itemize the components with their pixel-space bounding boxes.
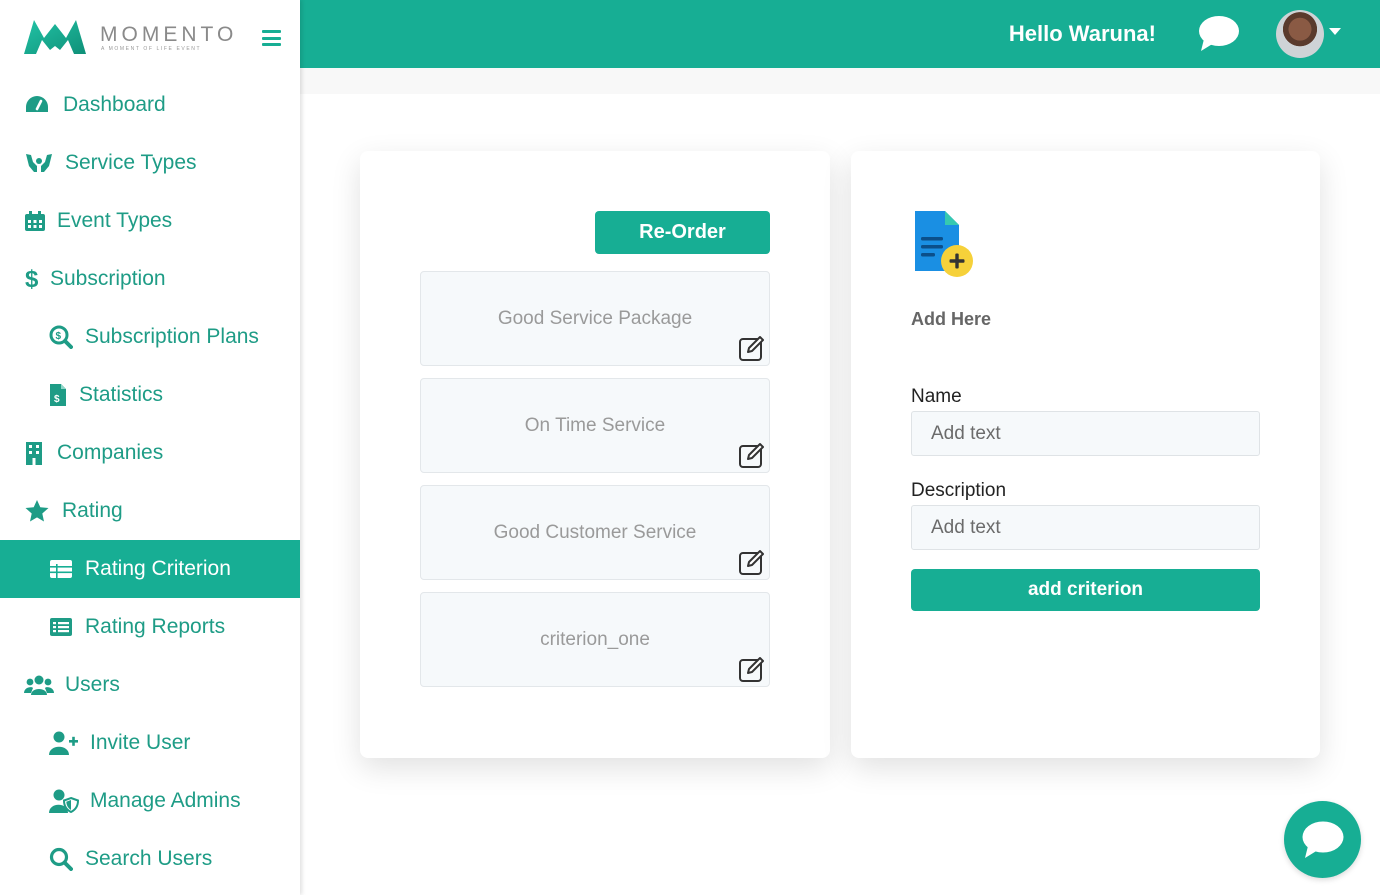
criterion-label: criterion_one bbox=[540, 628, 650, 650]
criterion-label: Good Customer Service bbox=[493, 521, 697, 543]
brand: MOMENTO A MOMENT OF LIFE EVENT bbox=[22, 14, 292, 58]
edit-icon[interactable] bbox=[738, 441, 766, 469]
greeting-text: Hello Waruna! bbox=[1008, 21, 1156, 46]
dollar-icon: $ bbox=[24, 266, 40, 292]
edit-icon[interactable] bbox=[738, 334, 766, 362]
sidebar-item-label: Search Users bbox=[85, 847, 213, 870]
sidebar-item-invite-user[interactable]: Invite User bbox=[0, 714, 300, 772]
edit-icon[interactable] bbox=[738, 548, 766, 576]
criterion-item[interactable]: criterion_one bbox=[420, 592, 770, 687]
sidebar-nav: Dashboard Service Types Event Types $ Su… bbox=[0, 76, 300, 888]
sidebar-item-label: Dashboard bbox=[63, 93, 166, 116]
sidebar-item-label: Rating Criterion bbox=[85, 557, 231, 580]
user-plus-icon bbox=[49, 731, 79, 755]
name-input[interactable] bbox=[911, 411, 1260, 456]
sidebar-item-label: Companies bbox=[57, 441, 164, 464]
sidebar-item-dashboard[interactable]: Dashboard bbox=[0, 76, 300, 134]
svg-text:$: $ bbox=[56, 331, 62, 342]
chat-bubble-icon bbox=[1199, 16, 1239, 51]
add-document-icon bbox=[915, 211, 973, 277]
star-icon bbox=[24, 499, 50, 523]
name-label: Name bbox=[911, 386, 962, 407]
sidebar-item-label: Manage Admins bbox=[90, 789, 241, 812]
momento-logo-icon bbox=[24, 20, 86, 54]
sidebar-item-label: Rating bbox=[62, 499, 123, 522]
sidebar-item-search-users[interactable]: Search Users bbox=[0, 830, 300, 888]
sidebar-item-rating-reports[interactable]: Rating Reports bbox=[0, 598, 300, 656]
top-header: Hello Waruna! bbox=[300, 0, 1380, 68]
svg-text:$: $ bbox=[54, 394, 60, 405]
messages-button[interactable] bbox=[1198, 15, 1240, 58]
description-input[interactable] bbox=[911, 505, 1260, 550]
sidebar-item-manage-admins[interactable]: Manage Admins bbox=[0, 772, 300, 830]
add-criterion-card: Add Here Name Description add criterion bbox=[851, 151, 1320, 758]
reorder-button[interactable]: Re-Order bbox=[595, 211, 770, 254]
sidebar-item-rating[interactable]: Rating bbox=[0, 482, 300, 540]
sidebar: MOMENTO A MOMENT OF LIFE EVENT Dashboard… bbox=[0, 0, 300, 895]
sidebar-item-subscription[interactable]: $ Subscription bbox=[0, 250, 300, 308]
sidebar-item-label: Event Types bbox=[57, 209, 173, 232]
user-shield-icon bbox=[49, 789, 79, 813]
sidebar-item-event-types[interactable]: Event Types bbox=[0, 192, 300, 250]
sidebar-item-companies[interactable]: Companies bbox=[0, 424, 300, 482]
sidebar-item-label: Invite User bbox=[90, 731, 191, 754]
floating-chat-button[interactable] bbox=[1284, 801, 1361, 878]
criterion-item[interactable]: Good Service Package bbox=[420, 271, 770, 366]
building-icon bbox=[24, 441, 44, 465]
sidebar-item-service-types[interactable]: Service Types bbox=[0, 134, 300, 192]
hands-icon bbox=[24, 152, 54, 174]
brand-name: MOMENTO bbox=[100, 23, 238, 46]
hamburger-line bbox=[262, 36, 281, 40]
menu-toggle-button[interactable] bbox=[262, 30, 281, 46]
invoice-dollar-icon: $ bbox=[49, 383, 67, 407]
criterion-item[interactable]: On Time Service bbox=[420, 378, 770, 473]
sidebar-item-label: Subscription Plans bbox=[85, 325, 259, 348]
sidebar-item-statistics[interactable]: $ Statistics bbox=[0, 366, 300, 424]
criterion-item[interactable]: Good Customer Service bbox=[420, 485, 770, 580]
sidebar-item-label: Rating Reports bbox=[85, 615, 226, 638]
description-label: Description bbox=[911, 480, 1007, 501]
sidebar-item-label: Users bbox=[65, 673, 120, 696]
sidebar-item-label: Service Types bbox=[65, 151, 197, 174]
chat-bubble-icon bbox=[1302, 821, 1343, 858]
users-icon bbox=[24, 674, 54, 696]
criteria-card: Re-Order Good Service Package On Time Se… bbox=[360, 151, 830, 758]
edit-icon[interactable] bbox=[738, 655, 766, 683]
sidebar-item-subscription-plans[interactable]: $ Subscription Plans bbox=[0, 308, 300, 366]
form-title: Add Here bbox=[911, 309, 992, 329]
search-dollar-icon: $ bbox=[49, 325, 73, 349]
list-alt-icon bbox=[49, 617, 73, 637]
chevron-down-icon[interactable] bbox=[1329, 28, 1341, 35]
svg-text:$: $ bbox=[25, 266, 39, 292]
header-subbar bbox=[300, 68, 1380, 94]
user-avatar[interactable] bbox=[1276, 10, 1324, 58]
dashboard-gauge-icon bbox=[24, 94, 50, 116]
sidebar-item-label: Statistics bbox=[79, 383, 164, 406]
criterion-label: On Time Service bbox=[524, 414, 666, 436]
hamburger-icon bbox=[262, 30, 281, 33]
sidebar-item-rating-criterion[interactable]: Rating Criterion bbox=[0, 540, 300, 598]
table-icon bbox=[49, 559, 73, 579]
search-icon bbox=[49, 847, 73, 871]
sidebar-item-users[interactable]: Users bbox=[0, 656, 300, 714]
brand-tagline: A MOMENT OF LIFE EVENT bbox=[101, 46, 202, 52]
calendar-icon bbox=[24, 210, 46, 232]
add-criterion-button[interactable]: add criterion bbox=[911, 569, 1260, 611]
criterion-label: Good Service Package bbox=[497, 307, 693, 329]
sidebar-item-label: Subscription bbox=[50, 267, 166, 290]
hamburger-line bbox=[262, 43, 281, 46]
